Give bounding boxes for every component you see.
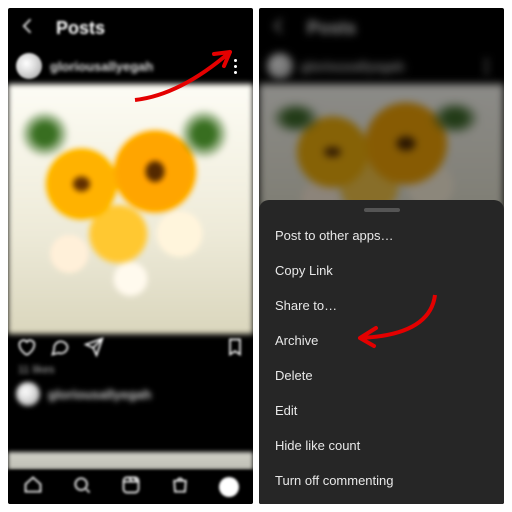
page-title: Posts — [307, 18, 356, 39]
username[interactable]: gloriousallyegah — [48, 387, 151, 402]
post-actions — [8, 334, 253, 364]
sheet-item-post-other-apps[interactable]: Post to other apps… — [259, 218, 504, 253]
sheet-item-hide-like-count[interactable]: Hide like count — [259, 428, 504, 463]
screenshot-left: Posts gloriousallyegah 11 likes glorious… — [8, 8, 253, 504]
reels-icon[interactable] — [121, 475, 141, 500]
sheet-item-turn-off-commenting[interactable]: Turn off commenting — [259, 463, 504, 498]
topbar: Posts — [259, 8, 504, 48]
more-options-icon[interactable] — [476, 56, 496, 76]
avatar[interactable] — [16, 382, 40, 406]
shop-icon[interactable] — [170, 475, 190, 500]
profile-icon[interactable] — [219, 477, 239, 497]
sheet-item-share-to[interactable]: Share to… — [259, 288, 504, 323]
back-icon[interactable] — [18, 16, 38, 41]
comment-icon[interactable] — [50, 337, 70, 362]
post-image[interactable] — [8, 84, 253, 334]
bottom-nav — [8, 470, 253, 504]
bookmark-icon[interactable] — [225, 337, 245, 362]
avatar[interactable] — [16, 53, 42, 79]
sheet-grabber-icon[interactable] — [364, 208, 400, 212]
home-icon[interactable] — [23, 475, 43, 500]
post-header: gloriousallyegah — [259, 48, 504, 84]
next-post-header: gloriousallyegah — [8, 376, 253, 412]
sheet-item-edit[interactable]: Edit — [259, 393, 504, 428]
action-sheet: Post to other apps… Copy Link Share to… … — [259, 200, 504, 504]
sheet-item-archive[interactable]: Archive — [259, 323, 504, 358]
like-icon[interactable] — [16, 337, 36, 362]
sheet-item-delete[interactable]: Delete — [259, 358, 504, 393]
page-title: Posts — [56, 18, 105, 39]
search-icon[interactable] — [72, 475, 92, 500]
screenshot-right: Posts gloriousallyegah Post to other app… — [259, 8, 504, 504]
more-options-icon[interactable] — [225, 56, 245, 76]
sheet-item-copy-link[interactable]: Copy Link — [259, 253, 504, 288]
back-icon[interactable] — [269, 16, 289, 41]
username[interactable]: gloriousallyegah — [50, 59, 153, 74]
post-header: gloriousallyegah — [8, 48, 253, 84]
likes-count[interactable]: 11 likes — [8, 364, 253, 376]
avatar[interactable] — [267, 53, 293, 79]
username[interactable]: gloriousallyegah — [301, 59, 404, 74]
next-post-image-strip — [8, 452, 253, 470]
share-icon[interactable] — [84, 337, 104, 362]
topbar: Posts — [8, 8, 253, 48]
